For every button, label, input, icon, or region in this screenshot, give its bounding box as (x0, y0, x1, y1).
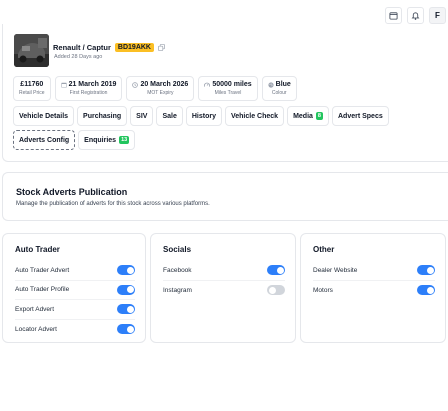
stat-label: First Registration (69, 90, 108, 96)
platform-row: Locator Advert (15, 320, 135, 340)
vehicle-title-row: Renault / Captur BD19AKK (53, 43, 165, 52)
vehicle-summary-card: Renault / Captur BD19AKK Added 28 Days a… (2, 24, 448, 162)
platform-label: Export Advert (15, 305, 55, 313)
tab-label: History (191, 112, 216, 120)
calendar-icon (60, 82, 67, 88)
platform-title: Other (313, 245, 335, 254)
stat-label: MOT Expiry (147, 90, 174, 96)
toggle-knob (126, 266, 134, 274)
vehicle-tabs: Vehicle Details Purchasing SIV Sale Hist… (13, 106, 433, 150)
stat-value: 50000 miles (212, 81, 252, 88)
tab-label: Sale (162, 112, 177, 120)
platform-row: Motors (313, 281, 435, 301)
platform-row: Export Advert (15, 300, 135, 320)
toggle-facebook[interactable] (267, 265, 285, 276)
enquiries-count-badge: 13 (119, 136, 130, 144)
bell-icon[interactable] (407, 7, 424, 24)
toggle-motors[interactable] (417, 285, 435, 296)
platform-list: Auto Trader Advert Auto Trader Profile E… (15, 261, 135, 339)
tab-advert-specs[interactable]: Advert Specs (331, 106, 389, 126)
toggle-knob (126, 325, 134, 333)
toggle-knob (426, 266, 434, 274)
toggle-export-advert[interactable] (117, 304, 135, 315)
publication-card: Stock Adverts Publication Manage the pub… (2, 172, 448, 221)
mot-icon (132, 81, 139, 88)
stat-value: £11760 (20, 81, 44, 88)
tab-purchasing[interactable]: Purchasing (77, 106, 128, 126)
tab-label: Adverts Config (19, 136, 70, 144)
vehicle-thumbnail[interactable] (14, 34, 49, 67)
tab-vehicle-check[interactable]: Vehicle Check (224, 106, 285, 126)
toggle-dealer-website[interactable] (417, 265, 435, 276)
tab-adverts-config[interactable]: Adverts Config (13, 130, 76, 150)
platform-list: Dealer Website Motors (313, 261, 435, 300)
platform-title: Socials (163, 245, 192, 254)
gauge-icon (204, 82, 211, 87)
platform-label: Auto Trader Profile (15, 286, 70, 294)
tab-vehicle-details[interactable]: Vehicle Details (13, 106, 75, 126)
top-toolbar: F (385, 7, 446, 24)
tab-label: Vehicle Details (19, 112, 69, 120)
tab-label: Enquiries (84, 136, 117, 144)
tab-enquiries[interactable]: Enquiries 13 (78, 130, 136, 150)
publication-title: Stock Adverts Publication (16, 187, 128, 197)
stat-mileage: 50000 miles Miles Travel (198, 76, 258, 101)
tab-siv[interactable]: SIV (130, 106, 154, 126)
registration-badge: BD19AKK (114, 43, 154, 52)
stat-value: Blue (275, 81, 291, 88)
stat-first-registration: 21 March 2019 First Registration (54, 76, 123, 101)
toggle-knob (126, 305, 134, 313)
stat-colour: Blue Colour (261, 76, 297, 101)
tab-label: Vehicle Check (230, 112, 279, 120)
stat-mot-expiry: 20 March 2026 MOT Expiry (126, 76, 195, 101)
calendar-icon[interactable] (385, 7, 402, 24)
platform-card-socials: Socials Facebook Instagram (150, 233, 296, 343)
platform-card-auto-trader: Auto Trader Auto Trader Advert Auto Trad… (2, 233, 146, 343)
tab-sale[interactable]: Sale (156, 106, 183, 126)
media-count-badge: 8 (315, 112, 323, 120)
platform-label: Dealer Website (313, 266, 358, 274)
platform-label: Facebook (163, 266, 192, 274)
platform-label: Locator Advert (15, 325, 57, 333)
user-avatar[interactable]: F (429, 7, 446, 24)
toggle-auto-trader-profile[interactable] (117, 284, 135, 295)
tab-history[interactable]: History (185, 106, 222, 126)
platform-title: Auto Trader (15, 245, 60, 254)
platform-row: Facebook (163, 261, 285, 281)
tab-label: Purchasing (83, 112, 122, 120)
stat-label: Miles Travel (214, 90, 242, 96)
platform-row: Auto Trader Profile (15, 281, 135, 300)
stat-label: Retail Price (19, 90, 45, 96)
toggle-knob (426, 286, 434, 294)
vehicle-name: Renault / Captur (53, 43, 111, 52)
publication-description: Manage the publication of adverts for th… (16, 201, 210, 207)
tab-label: SIV (136, 112, 148, 120)
platform-label: Auto Trader Advert (15, 266, 70, 274)
tab-media[interactable]: Media 8 (287, 106, 329, 126)
tab-label: Advert Specs (337, 112, 383, 120)
toggle-knob (276, 266, 284, 274)
stat-value: 20 March 2026 (140, 81, 189, 88)
toggle-instagram[interactable] (267, 285, 285, 296)
platform-row: Auto Trader Advert (15, 261, 135, 281)
stat-value: 21 March 2019 (68, 81, 117, 88)
stat-label: Colour (271, 90, 287, 96)
stat-retail-price: £11760 Retail Price (13, 76, 51, 101)
toggle-knob (268, 286, 276, 294)
copy-icon[interactable] (158, 44, 165, 51)
tab-label: Media (293, 112, 313, 120)
platform-label: Instagram (163, 286, 192, 294)
platform-row: Instagram (163, 281, 285, 301)
vehicle-stats: £11760 Retail Price 21 March 2019 First … (13, 76, 297, 101)
added-date: Added 28 Days ago (54, 54, 103, 60)
palette-icon (268, 81, 274, 88)
toggle-locator-advert[interactable] (117, 324, 135, 335)
platform-card-other: Other Dealer Website Motors (300, 233, 446, 343)
platform-list: Facebook Instagram (163, 261, 285, 300)
platform-row: Dealer Website (313, 261, 435, 281)
platform-label: Motors (313, 286, 333, 294)
toggle-auto-trader-advert[interactable] (117, 265, 135, 276)
toggle-knob (126, 286, 134, 294)
